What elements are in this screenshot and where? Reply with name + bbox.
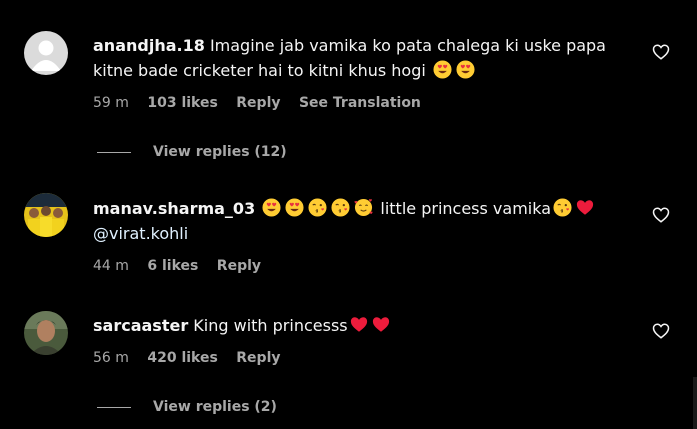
scrollbar[interactable] [693,377,697,429]
view-replies-label: View replies (12) [153,144,287,160]
divider-line [97,151,131,153]
kiss-wink-emoji [331,198,350,217]
heart-eyes-emoji [456,60,475,79]
kiss-wink-emoji [553,198,572,217]
like-heart-icon[interactable] [652,206,670,224]
view-replies-label: View replies (2) [153,399,277,415]
heart-eyes-emoji [285,198,304,217]
divider-line [97,406,131,408]
reply-button[interactable]: Reply [236,350,280,366]
mention-link[interactable]: @virat.kohli [93,224,188,243]
avatar[interactable] [24,311,68,355]
comment-time: 59 m [93,95,129,111]
heart-eyes-emoji [433,60,452,79]
avatar[interactable] [24,193,68,237]
reply-button[interactable]: Reply [236,95,280,111]
comment-text: little princess vamika [380,199,552,218]
comment-body: anandjha.18 Imagine jab vamika ko pata c… [93,33,633,83]
comment-likes[interactable]: 103 likes [147,95,217,111]
heart-eyes-emoji [262,198,281,217]
avatar[interactable] [24,31,68,75]
comment-text: King with princesss [193,316,348,335]
comment-username[interactable]: anandjha.18 [93,36,205,55]
red-heart-emoji [372,316,390,333]
reply-button[interactable]: Reply [217,258,261,274]
comment-time: 44 m [93,258,129,274]
like-heart-icon[interactable] [652,322,670,340]
red-heart-emoji [350,316,368,333]
comment-meta: 44 m 6 likes Reply [93,258,275,274]
view-replies-button[interactable]: View replies (12) [97,144,287,160]
comment-username[interactable]: sarcaaster [93,316,188,335]
kiss-wink-emoji [308,198,327,217]
comment-meta: 59 m 103 likes Reply See Translation [93,95,435,111]
comment-meta: 56 m 420 likes Reply [93,350,295,366]
comment-body: sarcaaster King with princesss [93,313,633,338]
see-translation-button[interactable]: See Translation [299,95,421,111]
comment-username[interactable]: manav.sharma_03 [93,199,255,218]
comment-likes[interactable]: 420 likes [147,350,217,366]
smiling-hearts-emoji [354,198,373,217]
view-replies-button[interactable]: View replies (2) [97,399,277,415]
like-heart-icon[interactable] [652,43,670,61]
red-heart-emoji [576,199,594,216]
comment-likes[interactable]: 6 likes [147,258,198,274]
comment-body: manav.sharma_03 little princess vamika @… [93,196,633,246]
comment-time: 56 m [93,350,129,366]
